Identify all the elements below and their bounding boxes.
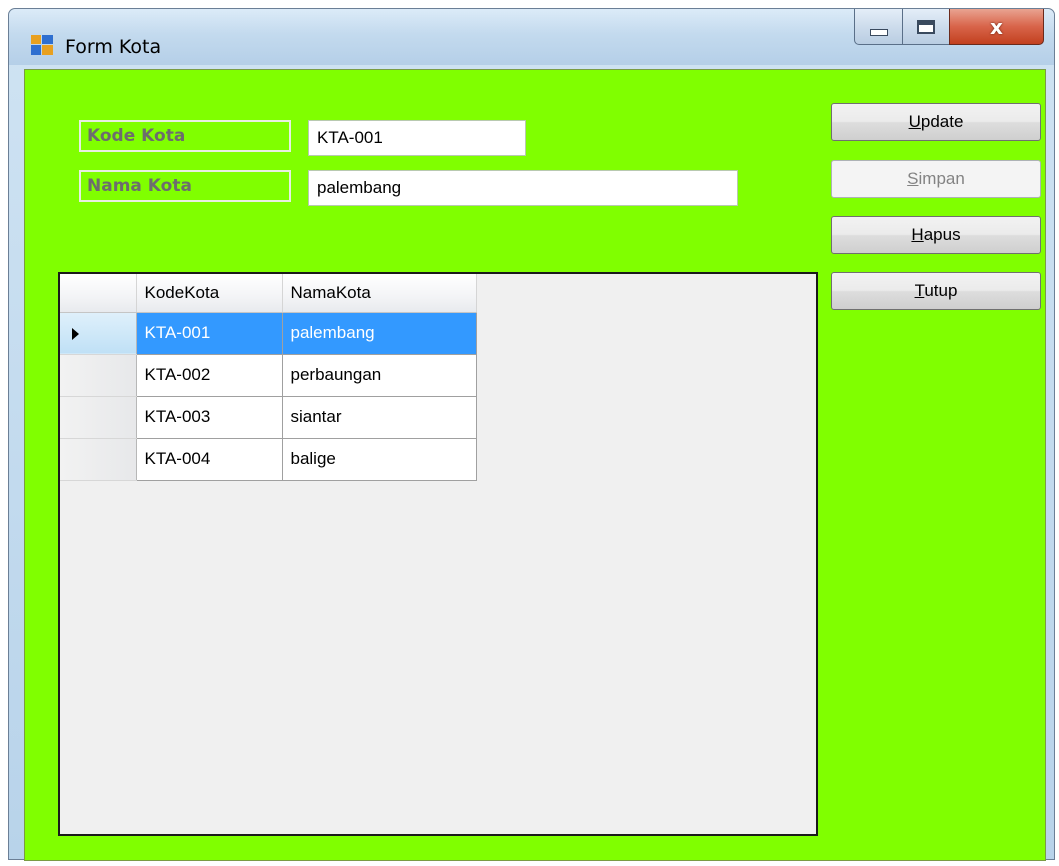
title-bar[interactable]: Form Kota x [9, 9, 1054, 65]
grid-table: KodeKota NamaKota KTA-001 palembang KTA-… [60, 274, 477, 481]
table-row[interactable]: KTA-003 siantar [60, 396, 477, 439]
grid-corner-header[interactable] [60, 274, 137, 313]
cell-namakota[interactable]: siantar [282, 396, 477, 439]
kode-kota-input[interactable] [308, 120, 526, 156]
kode-kota-label: Kode Kota [79, 120, 291, 152]
cell-kodekota[interactable]: KTA-002 [136, 354, 283, 397]
cell-kodekota[interactable]: KTA-004 [136, 438, 283, 481]
simpan-label-rest: impan [918, 169, 965, 188]
simpan-mnemonic: S [907, 169, 919, 188]
grid-header-row: KodeKota NamaKota [60, 274, 477, 313]
table-row[interactable]: KTA-001 palembang [60, 312, 477, 355]
hapus-label-rest: apus [923, 225, 961, 244]
hapus-button[interactable]: Hapus [831, 216, 1041, 254]
form-kota-window: Form Kota x Kode Kota Nama Kota Update S… [8, 8, 1055, 861]
close-icon: x [990, 14, 1003, 39]
minimize-icon [869, 29, 888, 36]
update-label-rest: pdate [920, 112, 964, 131]
tutup-button[interactable]: Tutup [831, 272, 1041, 310]
column-header-namakota[interactable]: NamaKota [282, 274, 477, 313]
tutup-mnemonic: T [914, 281, 925, 300]
row-header[interactable] [60, 396, 137, 439]
cell-namakota[interactable]: balige [282, 438, 477, 481]
maximize-icon [917, 19, 935, 34]
form-client-area: Kode Kota Nama Kota Update Simpan Hapus … [24, 69, 1046, 861]
window-title: Form Kota [65, 36, 162, 58]
update-button[interactable]: Update [831, 103, 1041, 141]
windows-form-icon[interactable] [31, 35, 53, 55]
minimize-button[interactable] [854, 9, 903, 45]
row-header[interactable] [60, 312, 137, 355]
close-button[interactable]: x [949, 9, 1044, 45]
table-row[interactable]: KTA-002 perbaungan [60, 354, 477, 397]
update-mnemonic: U [908, 112, 921, 131]
column-header-kodekota[interactable]: KodeKota [136, 274, 283, 313]
kota-data-grid[interactable]: KodeKota NamaKota KTA-001 palembang KTA-… [58, 272, 818, 836]
cell-namakota[interactable]: palembang [282, 312, 477, 355]
simpan-button[interactable]: Simpan [831, 160, 1041, 198]
cell-kodekota[interactable]: KTA-001 [136, 312, 283, 355]
tutup-label-rest: utup [924, 281, 958, 300]
hapus-mnemonic: H [911, 225, 924, 244]
nama-kota-label: Nama Kota [79, 170, 291, 202]
table-row[interactable]: KTA-004 balige [60, 438, 477, 481]
cell-namakota[interactable]: perbaungan [282, 354, 477, 397]
cell-kodekota[interactable]: KTA-003 [136, 396, 283, 439]
nama-kota-input[interactable] [308, 170, 738, 206]
current-row-arrow-icon [72, 327, 79, 340]
row-header[interactable] [60, 354, 137, 397]
maximize-button[interactable] [902, 9, 950, 45]
row-header[interactable] [60, 438, 137, 481]
